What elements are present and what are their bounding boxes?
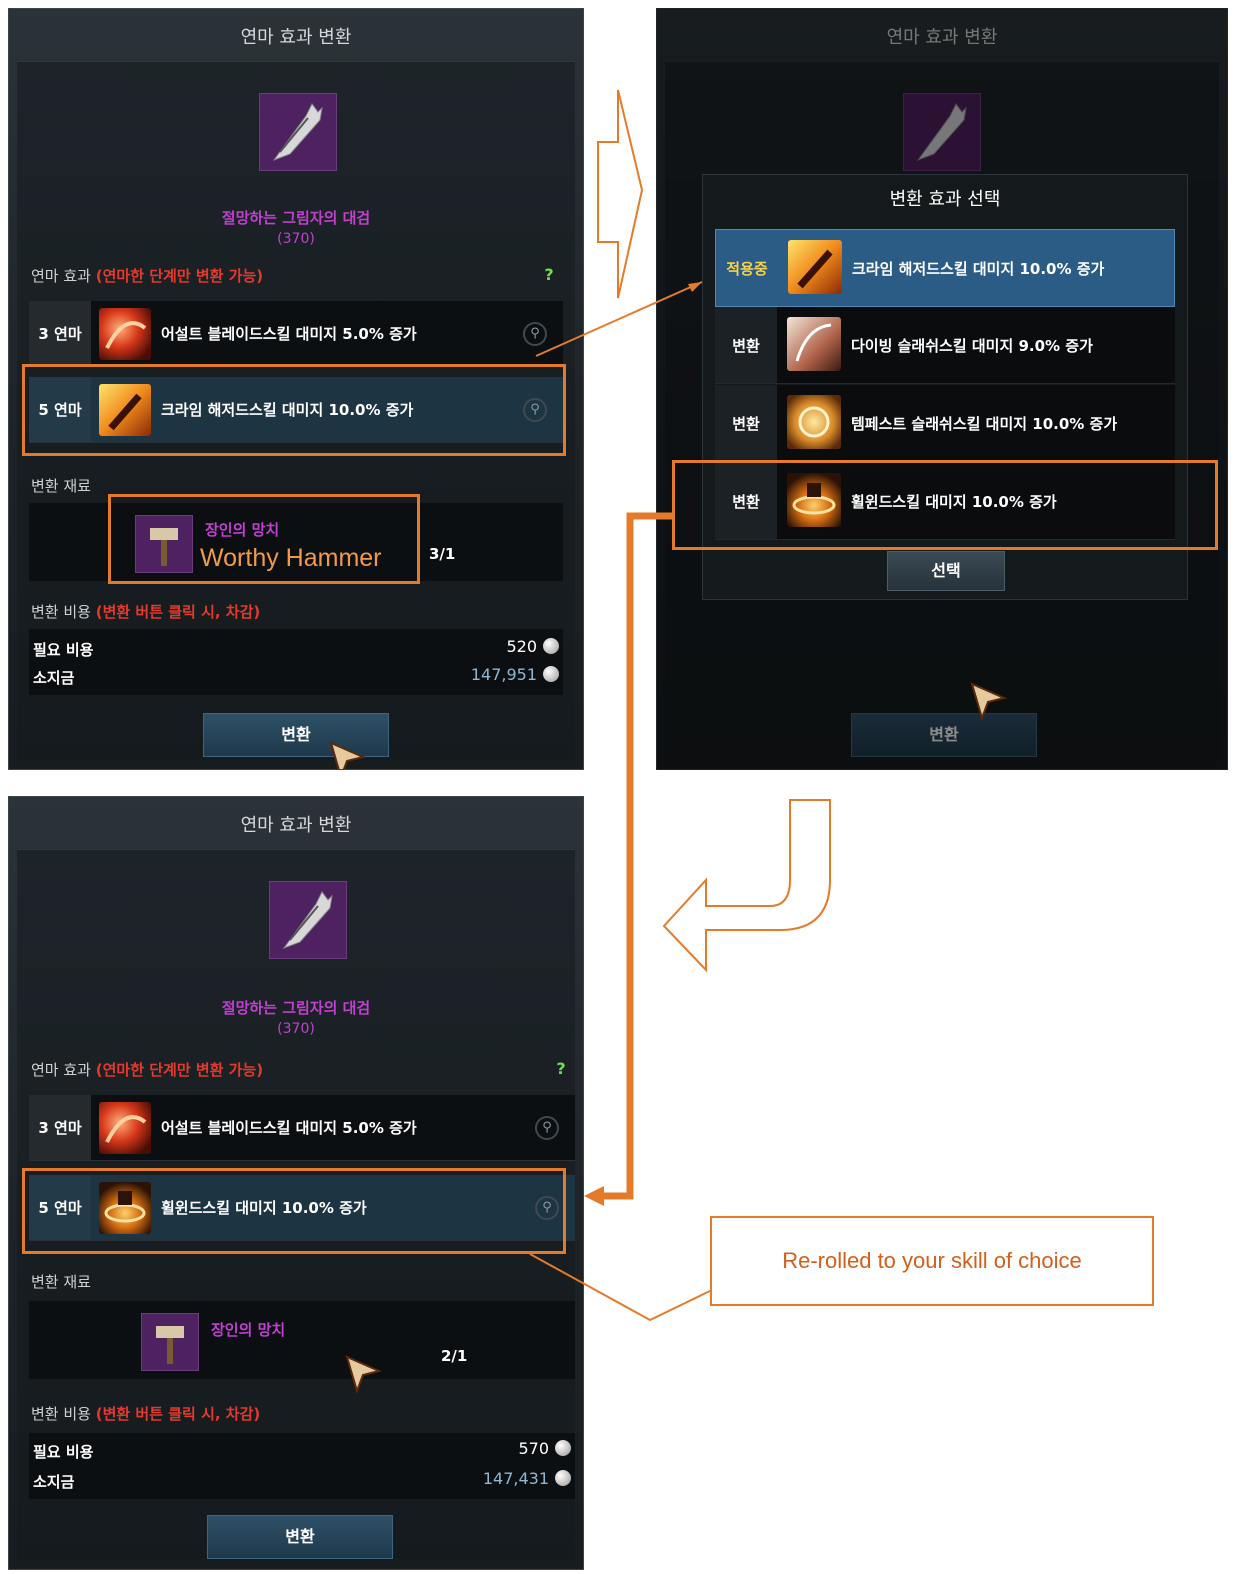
annotation-arrows	[529, 89, 831, 1322]
callout-pointer	[529, 1253, 713, 1322]
callout-box: Re-rolled to your skill of choice	[710, 1216, 1154, 1306]
flow-line	[596, 512, 672, 1200]
down-left-arrow-icon	[662, 799, 831, 973]
right-arrow-icon	[597, 89, 644, 299]
flow-arrow-head	[584, 1186, 604, 1206]
